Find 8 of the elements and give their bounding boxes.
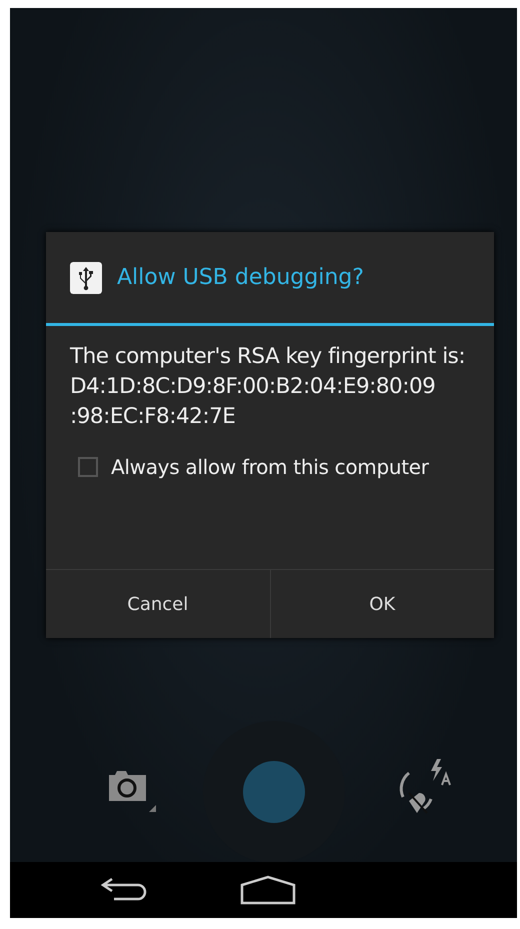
usb-icon: [70, 262, 102, 294]
home-icon[interactable]: [240, 875, 296, 905]
checkbox[interactable]: [78, 457, 98, 477]
cancel-button[interactable]: Cancel: [46, 570, 270, 638]
message-text: The computer's RSA key fingerprint is: D4:1D:8C:D9:8F:00:B2:04:E9:80:09 :98:EC:F8:42:7E: [69, 343, 466, 431]
checkbox-label: Always allow from this computer: [111, 455, 429, 479]
ok-button[interactable]: OK: [270, 570, 494, 638]
dialog-title: Allow USB debugging?: [117, 265, 364, 290]
